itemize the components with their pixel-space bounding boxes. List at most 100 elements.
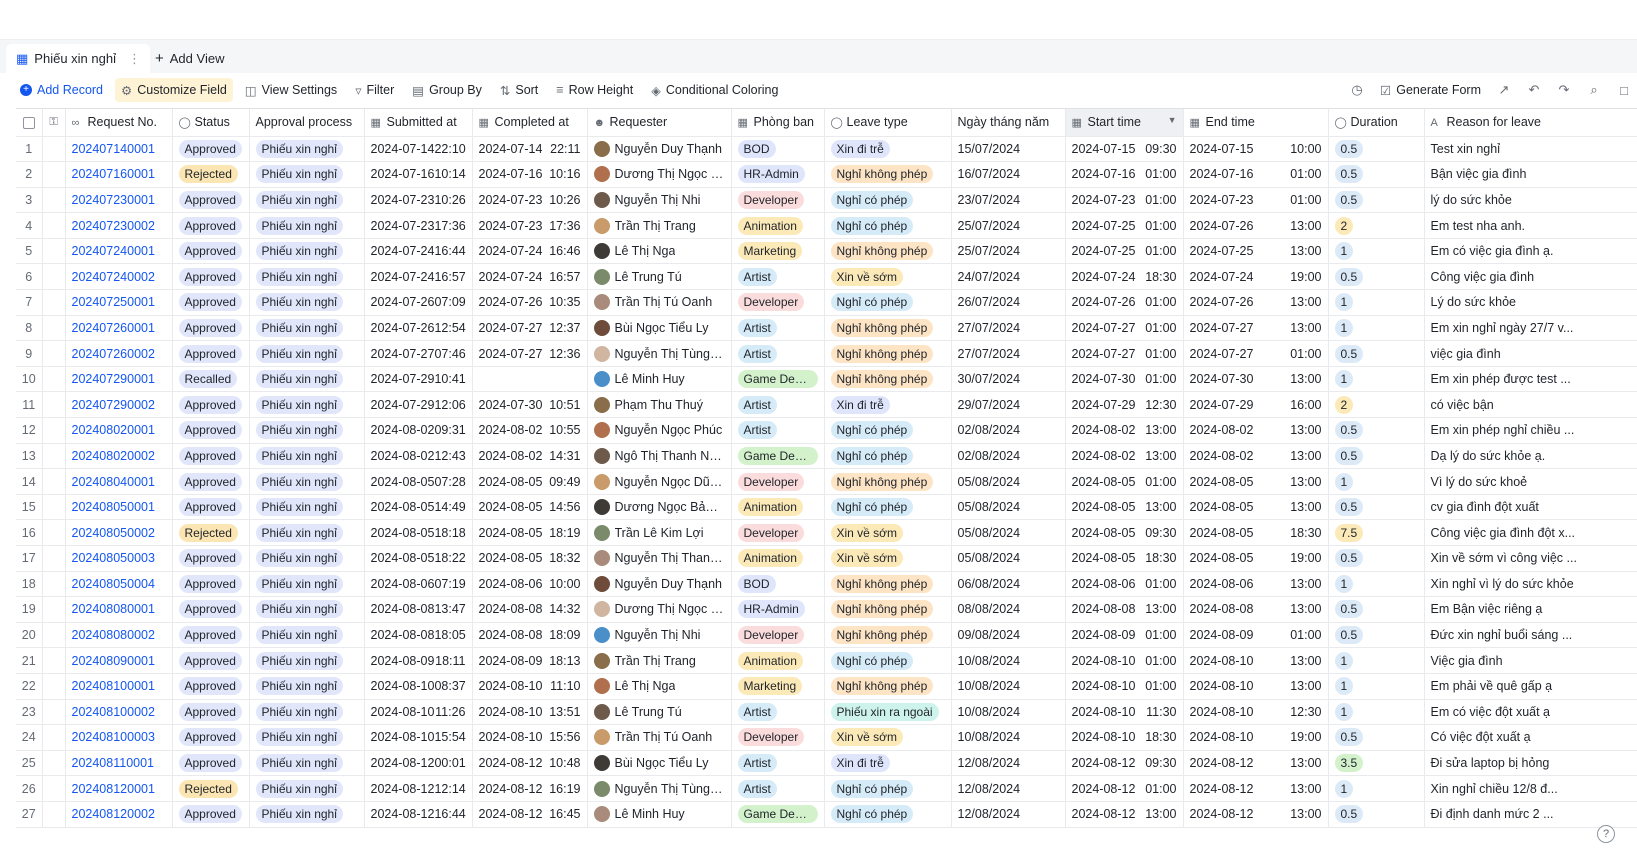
start-time-cell[interactable]: 2024-08-10 11:30 <box>1065 699 1184 726</box>
approval-process-cell[interactable]: Phiếu xin nghỉ <box>249 212 365 239</box>
leave-type-cell[interactable]: Xin đi trễ <box>824 391 952 419</box>
completed-at-cell[interactable]: 2024-08-05 09:49 <box>472 468 588 495</box>
submitted-at-cell[interactable]: 2024-07-27 07:46 <box>364 340 473 367</box>
search-icon[interactable]: ⌕ <box>1581 78 1607 102</box>
share-icon[interactable]: ↗ <box>1491 78 1517 102</box>
start-time-cell[interactable]: 2024-08-10 01:00 <box>1065 647 1184 674</box>
department-cell[interactable]: Developer <box>731 724 825 751</box>
request-no-link[interactable]: 202408090001 <box>65 647 173 674</box>
completed-at-cell[interactable]: 2024-08-05 18:19 <box>472 519 588 546</box>
column-header[interactable]: ◯ Duration <box>1328 109 1425 137</box>
department-cell[interactable]: Developer <box>731 187 825 214</box>
submitted-at-cell[interactable]: 2024-07-23 17:36 <box>364 212 473 239</box>
completed-at-cell[interactable]: 2024-08-05 14:56 <box>472 494 588 521</box>
approval-process-cell[interactable]: Phiếu xin nghỉ <box>249 622 365 649</box>
table-row[interactable]: 17 202408050003 Approved Phiếu xin nghỉ 2024… <box>16 545 1637 572</box>
leave-type-cell[interactable]: Nghỉ không phép <box>824 238 952 265</box>
column-header[interactable]: ▦ Completed at <box>472 109 588 137</box>
status-cell[interactable]: Approved <box>172 468 250 495</box>
completed-at-cell[interactable]: 2024-07-23 17:36 <box>472 212 588 239</box>
date-cell[interactable]: 25/07/2024 <box>951 238 1066 265</box>
status-cell[interactable]: Approved <box>172 212 250 239</box>
start-time-cell[interactable]: 2024-08-08 13:00 <box>1065 596 1184 623</box>
approval-process-cell[interactable]: Phiếu xin nghỉ <box>249 801 365 828</box>
date-cell[interactable]: 12/08/2024 <box>951 775 1066 802</box>
start-time-cell[interactable]: 2024-07-27 01:00 <box>1065 315 1184 342</box>
requester-cell[interactable]: Nguyễn Thị Nhi <box>587 187 732 214</box>
date-cell[interactable]: 02/08/2024 <box>951 417 1066 444</box>
date-cell[interactable]: 24/07/2024 <box>951 263 1066 291</box>
table-row[interactable]: 11 202407290002 Approved Phiếu xin nghỉ 2024… <box>16 391 1637 419</box>
completed-at-cell[interactable]: 2024-08-08 14:32 <box>472 596 588 623</box>
requester-cell[interactable]: Nguyễn Thị Tùng Thi... <box>587 340 732 367</box>
start-time-cell[interactable]: 2024-07-24 18:30 <box>1065 263 1184 291</box>
status-cell[interactable]: Approved <box>172 545 250 572</box>
end-time-cell[interactable]: 2024-08-10 13:00 <box>1183 647 1329 674</box>
duration-cell[interactable]: 0.5 <box>1328 545 1425 572</box>
requester-cell[interactable]: Dương Thị Ngọc Mai <box>587 161 732 188</box>
add-record-button[interactable]: + Add Record <box>14 78 109 102</box>
leave-type-cell[interactable]: Xin về sớm <box>824 545 952 572</box>
approval-process-cell[interactable]: Phiếu xin nghỉ <box>249 340 365 367</box>
duration-cell[interactable]: 0.5 <box>1328 417 1425 444</box>
completed-at-cell[interactable]: 2024-07-30 10:51 <box>472 391 588 419</box>
leave-type-cell[interactable]: Xin về sớm <box>824 724 952 751</box>
approval-process-cell[interactable]: Phiếu xin nghỉ <box>249 417 365 444</box>
reason-cell[interactable]: Đi sửa laptop bị hỏng <box>1424 750 1637 777</box>
department-cell[interactable]: HR-Admin <box>731 161 825 188</box>
reason-cell[interactable]: có việc bận <box>1424 391 1637 419</box>
column-header[interactable]: ◯ Status <box>172 109 250 137</box>
duration-cell[interactable]: 1 <box>1328 647 1425 674</box>
duration-cell[interactable]: 3.5 <box>1328 750 1425 777</box>
duration-cell[interactable]: 0.5 <box>1328 494 1425 521</box>
department-cell[interactable]: BOD <box>731 136 825 163</box>
end-time-cell[interactable]: 2024-08-05 13:00 <box>1183 468 1329 495</box>
requester-cell[interactable]: Dương Thị Ngọc Mai <box>587 596 732 623</box>
requester-cell[interactable]: Lê Trung Tú <box>587 699 732 726</box>
table-row[interactable]: 6 202407240002 Approved Phiếu xin nghỉ 2024-… <box>16 263 1637 291</box>
department-cell[interactable]: Animation <box>731 212 825 239</box>
submitted-at-cell[interactable]: 2024-08-05 18:18 <box>364 519 473 546</box>
end-time-cell[interactable]: 2024-08-10 13:00 <box>1183 673 1329 700</box>
add-view-button[interactable]: + Add View <box>155 44 224 73</box>
row-height-button[interactable]: ≡ Row Height <box>550 78 639 102</box>
submitted-at-cell[interactable]: 2024-07-24 16:57 <box>364 263 473 291</box>
request-no-link[interactable]: 202408080001 <box>65 596 173 623</box>
start-time-cell[interactable]: 2024-07-29 12:30 <box>1065 391 1184 419</box>
date-cell[interactable]: 12/08/2024 <box>951 750 1066 777</box>
table-row[interactable]: 20 202408080002 Approved Phiếu xin nghỉ 2024… <box>16 622 1637 649</box>
reason-cell[interactable]: Lý do sức khỏe <box>1424 289 1637 316</box>
end-time-cell[interactable]: 2024-08-10 12:30 <box>1183 699 1329 726</box>
request-no-link[interactable]: 202408050004 <box>65 571 173 598</box>
reason-cell[interactable]: Đi định danh mức 2 ... <box>1424 801 1637 828</box>
status-cell[interactable]: Rejected <box>172 775 250 802</box>
end-time-cell[interactable]: 2024-07-23 01:00 <box>1183 187 1329 214</box>
date-cell[interactable]: 05/08/2024 <box>951 494 1066 521</box>
completed-at-cell[interactable]: 2024-08-10 13:51 <box>472 699 588 726</box>
completed-at-cell[interactable]: 2024-08-10 15:56 <box>472 724 588 751</box>
completed-at-cell[interactable] <box>472 366 588 393</box>
reason-cell[interactable]: Xin nghỉ chiều 12/8 đ... <box>1424 775 1637 802</box>
date-cell[interactable]: 02/08/2024 <box>951 443 1066 470</box>
leave-type-cell[interactable]: Nghỉ có phép <box>824 289 952 316</box>
request-no-link[interactable]: 202408110001 <box>65 750 173 777</box>
start-time-cell[interactable]: 2024-07-30 01:00 <box>1065 366 1184 393</box>
date-cell[interactable]: 10/08/2024 <box>951 673 1066 700</box>
request-no-link[interactable]: 202407290002 <box>65 391 173 419</box>
leave-type-cell[interactable]: Nghỉ không phép <box>824 340 952 367</box>
duration-cell[interactable]: 0.5 <box>1328 161 1425 188</box>
status-cell[interactable]: Approved <box>172 340 250 367</box>
date-cell[interactable]: 10/08/2024 <box>951 699 1066 726</box>
comment-icon[interactable]: □ <box>1611 78 1637 102</box>
department-cell[interactable]: Game Desi... <box>731 366 825 393</box>
requester-cell[interactable]: Trần Thị Trang <box>587 212 732 239</box>
department-cell[interactable]: Artist <box>731 750 825 777</box>
completed-at-cell[interactable]: 2024-07-14 22:11 <box>472 136 588 163</box>
request-no-link[interactable]: 202407140001 <box>65 136 173 163</box>
reason-cell[interactable]: Xin về sớm vì công việc ... <box>1424 545 1637 572</box>
request-no-link[interactable]: 202408050003 <box>65 545 173 572</box>
start-time-cell[interactable]: 2024-08-10 18:30 <box>1065 724 1184 751</box>
history-icon[interactable]: ◷ <box>1344 78 1370 102</box>
table-row[interactable]: 9 202407260002 Approved Phiếu xin nghỉ 2024-… <box>16 340 1637 367</box>
requester-cell[interactable]: Trần Thị Tú Oanh <box>587 724 732 751</box>
